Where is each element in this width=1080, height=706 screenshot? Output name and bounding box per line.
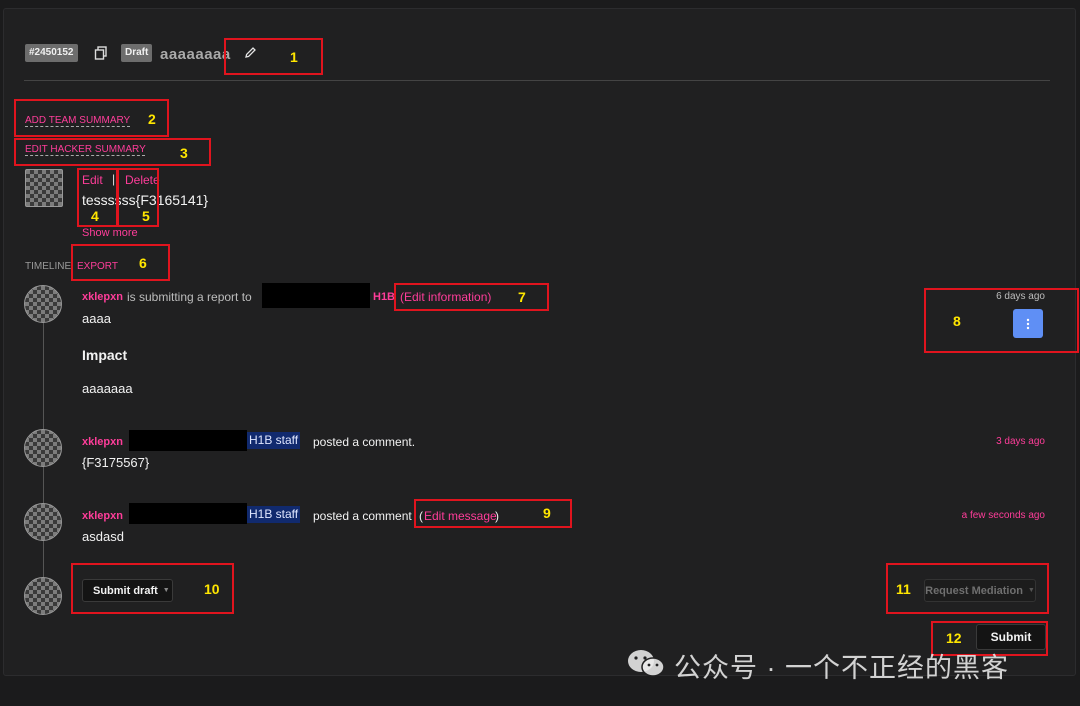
show-more-link[interactable]: Show more — [82, 227, 138, 239]
annotation-number: 6 — [139, 255, 147, 271]
annotation-box — [224, 38, 323, 75]
timeline-user-link[interactable]: xklepxn — [82, 436, 123, 448]
timeline-timestamp: 3 days ago — [996, 436, 1045, 447]
staff-badge: H1B staff — [247, 432, 301, 449]
current-user-avatar — [24, 577, 62, 615]
annotation-number: 7 — [518, 289, 526, 305]
timeline-action-text: posted a comment. — [313, 435, 416, 449]
annotation-box — [71, 244, 170, 281]
timeline-heading: Impact — [82, 347, 128, 363]
timeline-action-text: is submitting a report to — [127, 290, 252, 304]
timeline-timestamp: a few seconds ago — [961, 510, 1045, 521]
annotation-number: 5 — [142, 208, 150, 224]
timeline-body: aaaaaaa — [82, 381, 133, 396]
staff-badge: H1B staff — [247, 506, 301, 523]
wechat-icon — [626, 648, 666, 678]
timeline-body: aaaa — [82, 311, 111, 326]
timeline-label: TIMELINE — [25, 261, 72, 272]
report-title: aaaaaaaa — [160, 46, 231, 63]
timeline-body: asdasd — [82, 529, 124, 544]
copy-icon[interactable] — [94, 46, 108, 60]
hacker-avatar — [25, 169, 63, 207]
redacted-name — [129, 430, 247, 451]
annotation-number: 11 — [896, 581, 911, 597]
annotation-number: 1 — [290, 49, 298, 65]
annotation-number: 3 — [180, 145, 188, 161]
annotation-number: 10 — [204, 581, 220, 597]
annotation-number: 4 — [91, 208, 99, 224]
program-suffix[interactable]: H1B — [373, 291, 395, 303]
annotation-number: 12 — [946, 630, 962, 646]
status-badge: Draft — [121, 44, 153, 62]
redacted-name — [129, 503, 247, 524]
timeline-avatar — [24, 429, 62, 467]
annotation-number: 2 — [148, 111, 156, 127]
watermark-text: 公众号 · 一个不正经的黑客 — [674, 653, 1009, 683]
redacted-program-name — [262, 283, 370, 308]
timeline-user-link[interactable]: xklepxn — [82, 291, 123, 303]
annotation-number: 8 — [953, 313, 961, 329]
timeline-user-link[interactable]: xklepxn — [82, 510, 123, 522]
timeline-avatar — [24, 285, 62, 323]
timeline-body: {F3175567} — [82, 455, 150, 470]
timeline-action-text: posted a comment — [313, 509, 412, 523]
header-divider — [24, 80, 1050, 81]
timeline-avatar — [24, 503, 62, 541]
annotation-box — [117, 168, 159, 227]
annotation-box — [14, 99, 169, 137]
report-id-badge: #2450152 — [25, 44, 78, 62]
annotation-box — [924, 288, 1079, 353]
annotation-number: 9 — [543, 505, 551, 521]
